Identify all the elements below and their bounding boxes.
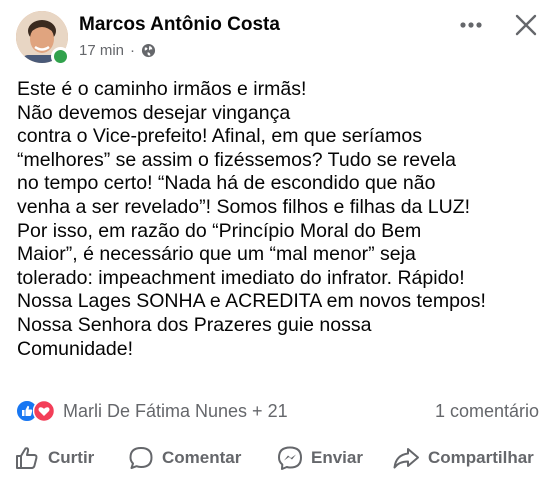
send-label: Enviar — [311, 448, 363, 467]
post-text-line: Este é o caminho irmãos e irmãs! — [17, 78, 307, 100]
comments-count[interactable]: 1 comentário — [435, 401, 539, 422]
post-text-line: “melhores” se assim o fizéssemos? Tudo s… — [17, 148, 456, 171]
meta-separator: · — [130, 42, 136, 59]
post-text-line: tolerado: impeachment imediato do infrat… — [17, 266, 465, 289]
post-meta: 17 min · — [79, 42, 156, 59]
comment-icon — [129, 447, 153, 469]
post-body: Este é o caminho irmãos e irmãs! Não dev… — [17, 78, 547, 361]
comment-label: Comentar — [162, 448, 242, 467]
like-button[interactable]: Curtir — [14, 443, 94, 473]
messenger-icon — [278, 446, 302, 470]
online-status-dot — [51, 47, 70, 66]
action-bar: Curtir Comentar Enviar Compartilhar — [14, 443, 544, 473]
post-text-line: Comunidade! — [17, 337, 133, 360]
author-name[interactable]: Marcos Antônio Costa — [79, 14, 280, 36]
like-label: Curtir — [48, 448, 95, 467]
reactors-summary[interactable]: Marli De Fátima Nunes + 21 — [63, 401, 288, 422]
reactions-bar: Marli De Fátima Nunes + 21 1 comentário — [16, 398, 539, 424]
post-text-line: Nossa Senhora dos Prazeres guie nossa — [17, 313, 372, 336]
post-text-line: Nossa Lages SONHA e ACREDITA em novos te… — [17, 290, 486, 313]
post-text-line: Não devemos desejar vingança — [17, 101, 291, 124]
reaction-icons[interactable] — [16, 400, 60, 422]
share-label: Compartilhar — [428, 448, 534, 467]
post-text-line: no tempo certo! “Nada há de escondido qu… — [17, 172, 436, 195]
comment-button[interactable]: Comentar — [128, 443, 241, 473]
close-icon[interactable] — [513, 12, 539, 38]
send-button[interactable]: Enviar — [277, 443, 363, 473]
post-text-line: Maior”, é necessário que um “mal menor” … — [17, 243, 416, 266]
post-text-line: contra o Vice-prefeito! Afinal, em que s… — [17, 125, 423, 148]
globe-icon — [141, 43, 156, 58]
post-time[interactable]: 17 min — [79, 42, 124, 59]
post-header: Marcos Antônio Costa 17 min · — [0, 0, 555, 66]
share-icon — [393, 448, 419, 469]
share-button[interactable]: Compartilhar — [392, 443, 534, 473]
love-icon — [33, 400, 55, 422]
post-text-line: Por isso, em razão do “Princípio Moral d… — [17, 219, 422, 242]
post-text-line: venha a ser revelado”! Somos filhos e fi… — [17, 195, 471, 218]
more-options-icon[interactable] — [457, 15, 485, 35]
thumbs-up-icon — [16, 447, 38, 469]
